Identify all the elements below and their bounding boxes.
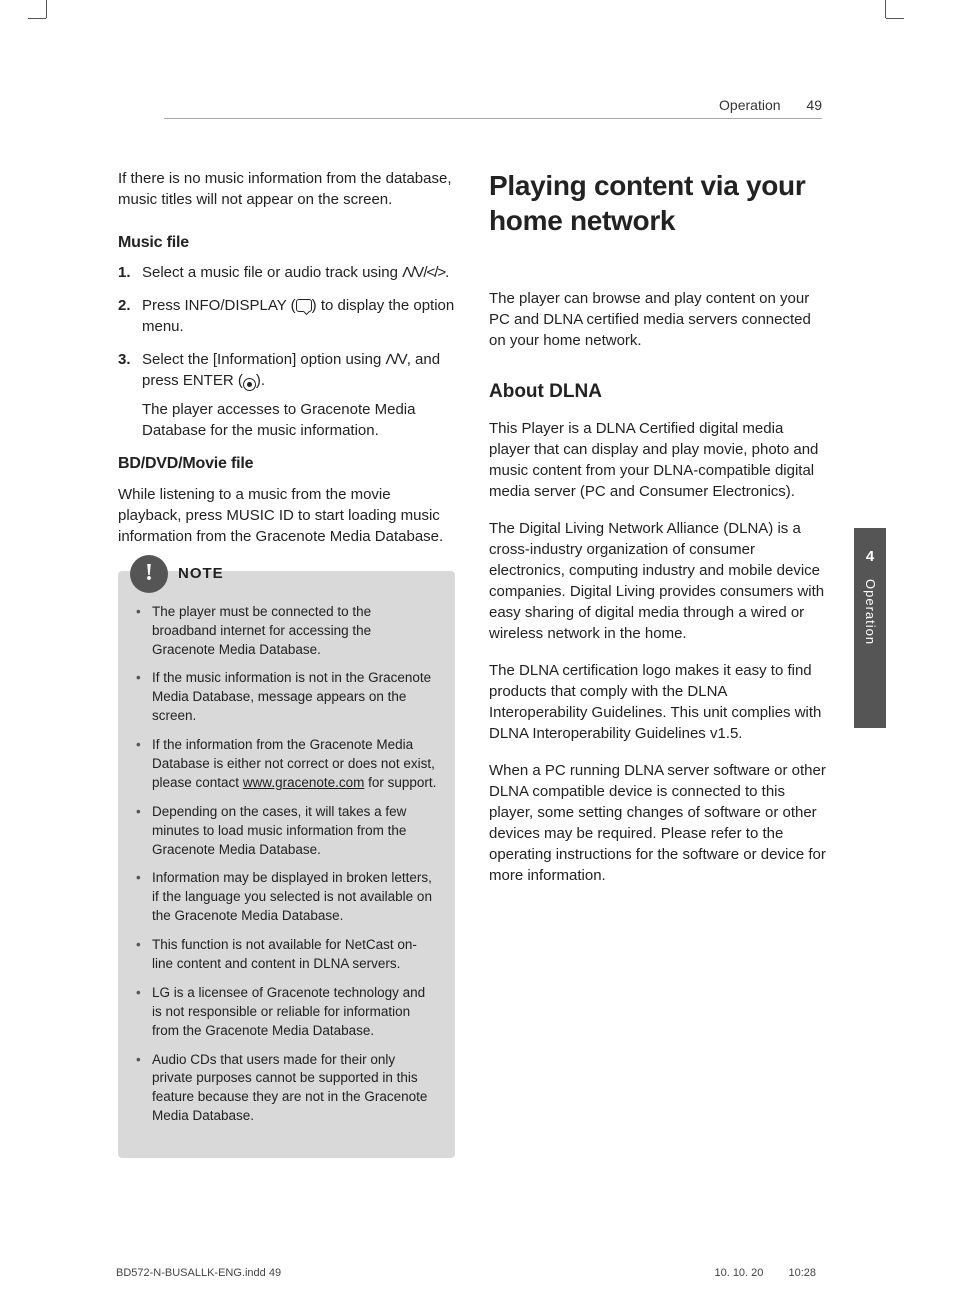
up-down-icon: Λ/V [385,351,406,368]
chapter-number: 4 [866,546,874,567]
note-item: If the information from the Gracenote Me… [136,736,437,793]
music-file-steps: Select a music file or audio track using… [118,262,455,441]
step-3-extra: The player accesses to Gracenote Media D… [142,399,455,441]
note-item: LG is a licensee of Gracenote technology… [136,984,437,1041]
dlna-para: This Player is a DLNA Certified digital … [489,418,826,502]
step-1: Select a music file or audio track using… [118,262,455,283]
note-item: If the music information is not in the G… [136,669,437,726]
note-icon: ! [130,555,168,593]
music-file-heading: Music file [118,232,455,254]
section-title: Playing content via your home network [489,168,826,238]
footer-date: 10. 10. 20 [714,1267,763,1279]
running-header: Operation 49 [719,96,822,116]
note-item: Audio CDs that users made for their only… [136,1051,437,1127]
bd-dvd-heading: BD/DVD/Movie file [118,453,455,475]
note-title: NOTE [178,563,224,584]
about-dlna-heading: About DLNA [489,379,826,406]
nav-arrows-icon: Λ/V/</> [402,264,445,281]
right-intro: The player can browse and play content o… [489,288,826,351]
step-3: Select the [Information] option using Λ/… [118,349,455,441]
page-footer: BD572-N-BUSALLK-ENG.indd 49 10. 10. 20 1… [116,1266,816,1281]
dlna-para: When a PC running DLNA server software o… [489,760,826,886]
left-column: If there is no music information from th… [118,168,455,1158]
side-tab: 4 Operation [854,528,886,728]
note-item: Information may be displayed in broken l… [136,869,437,926]
header-rule [164,118,822,119]
footer-filename: BD572-N-BUSALLK-ENG.indd 49 [116,1266,281,1281]
note-item: Depending on the cases, it will takes a … [136,803,437,860]
intro-text: If there is no music information from th… [118,168,455,210]
dlna-para: The DLNA certification logo makes it eas… [489,660,826,744]
note-item: The player must be connected to the broa… [136,603,437,660]
info-display-icon [296,299,312,312]
section-name: Operation [719,97,780,113]
manual-page: Operation 49 4 Operation If there is no … [46,18,886,1301]
footer-time: 10:28 [788,1267,816,1279]
gracenote-link[interactable]: www.gracenote.com [243,775,365,790]
step-2: Press INFO/DISPLAY () to display the opt… [118,295,455,337]
note-box: ! NOTE The player must be connected to t… [118,571,455,1158]
note-item: This function is not available for NetCa… [136,936,437,974]
dlna-para: The Digital Living Network Alliance (DLN… [489,518,826,644]
page-number: 49 [806,97,822,113]
right-column: Playing content via your home network Th… [489,168,826,1158]
note-list: The player must be connected to the broa… [136,603,437,1126]
side-tab-label: Operation [861,579,879,645]
bd-dvd-text: While listening to a music from the movi… [118,484,455,547]
enter-icon [243,378,256,391]
